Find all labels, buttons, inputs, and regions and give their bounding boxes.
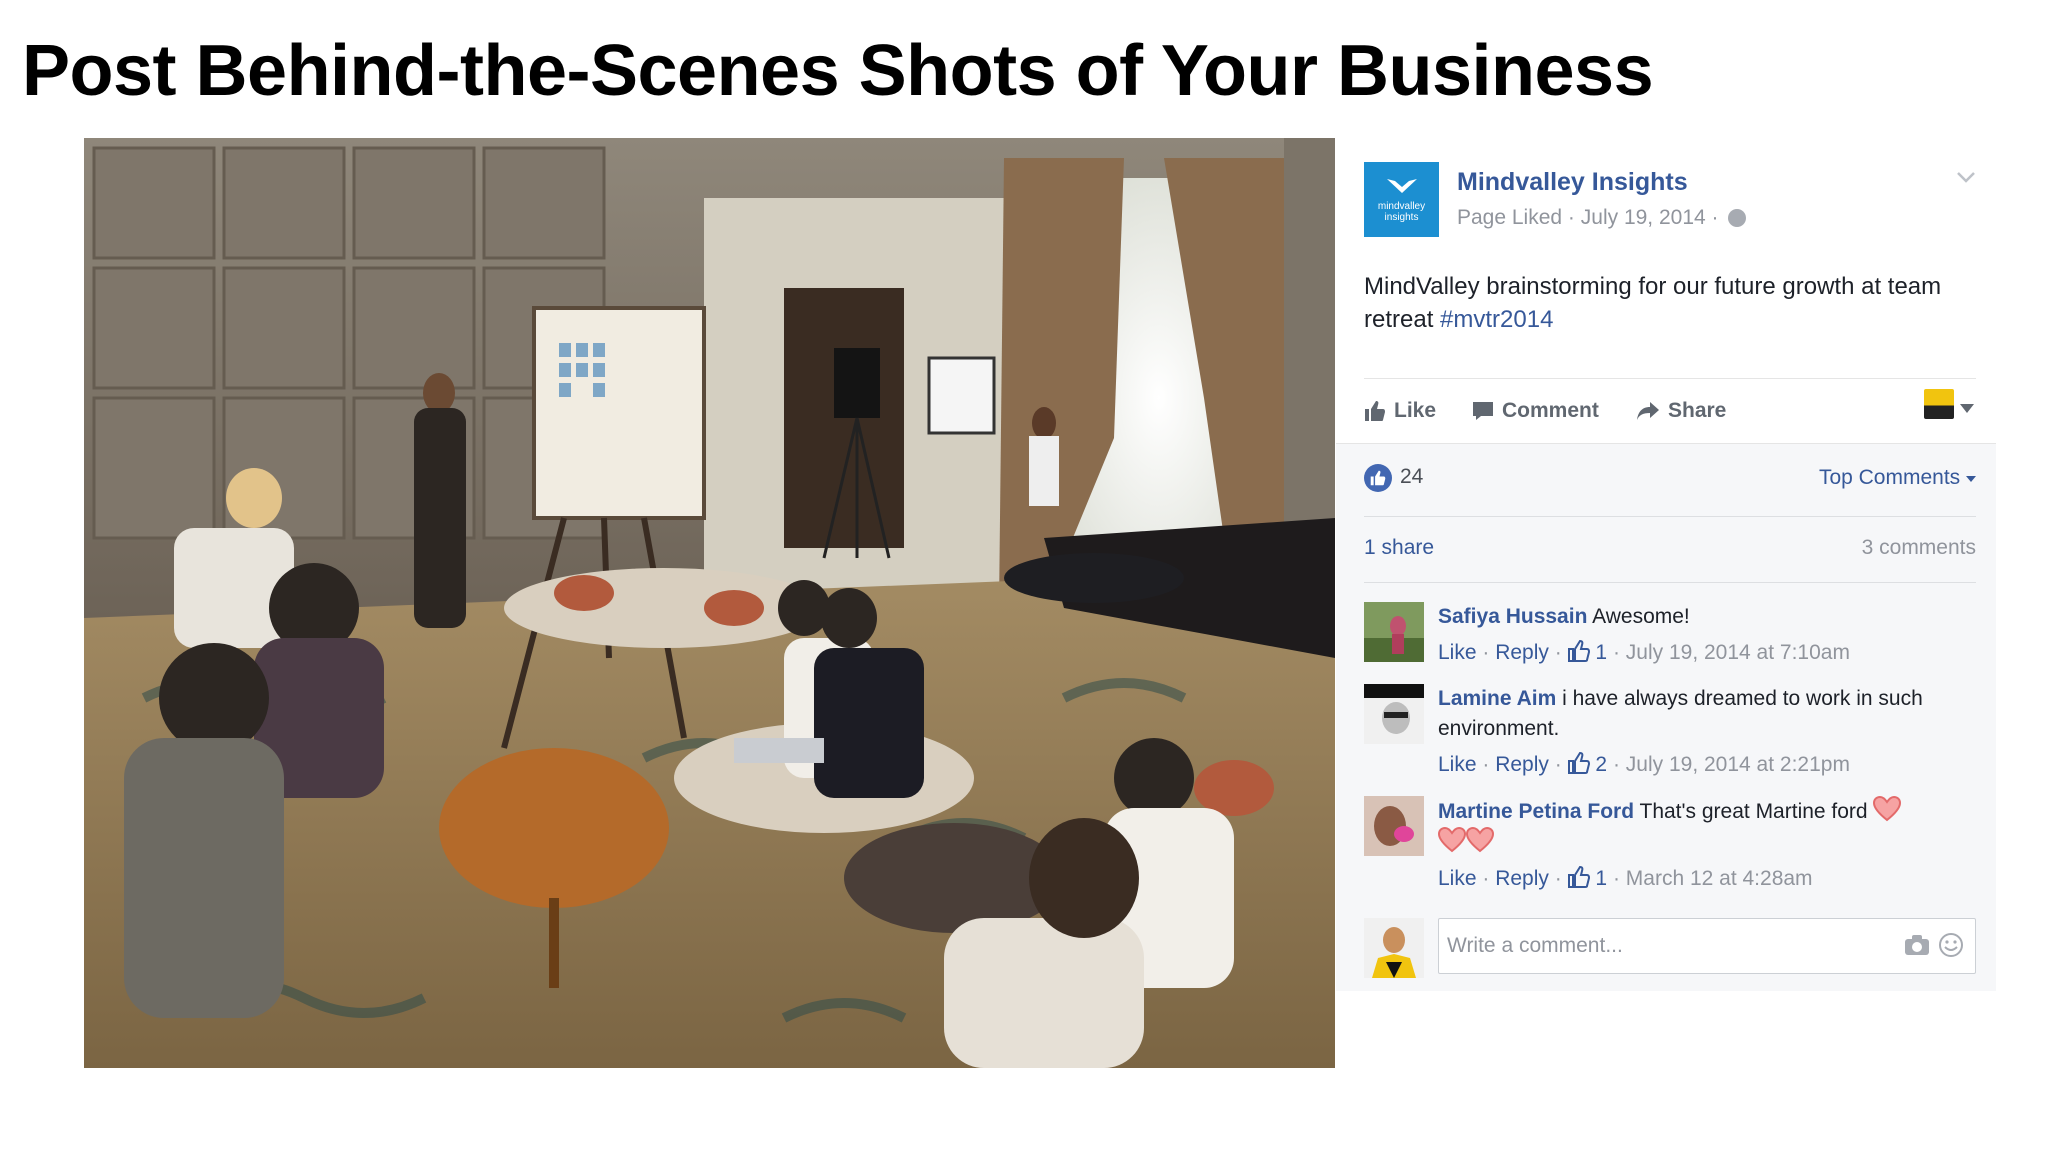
comment-actions: Like · Reply · 2 · July 19, 2014 at 2:21… — [1438, 752, 1850, 776]
comment-like-link[interactable]: Like — [1438, 641, 1477, 664]
post-header: mindvalley insights Mindvalley Insights … — [1364, 162, 1976, 242]
post-text: MindValley brainstorming for our future … — [1364, 270, 1964, 336]
slide: Post Behind-the-Scenes Shots of Your Bus… — [0, 0, 2048, 1152]
comment-timestamp[interactable]: March 12 at 4:28am — [1626, 867, 1813, 890]
comment-actions: Like · Reply · 1 · July 19, 2014 at 7:10… — [1438, 640, 1850, 664]
top-comments-label: Top Comments — [1818, 466, 1961, 489]
comment-text: Awesome! — [1592, 605, 1690, 628]
post-date[interactable]: July 19, 2014 — [1581, 206, 1706, 229]
smiley-icon[interactable] — [1938, 932, 1964, 963]
heart-emoji — [1438, 827, 1466, 853]
comment-author[interactable]: Lamine Aim — [1438, 687, 1556, 710]
like-button[interactable]: Like — [1364, 399, 1436, 423]
top-comments-dropdown[interactable]: Top Comments — [1819, 466, 1976, 490]
heart-emoji — [1873, 796, 1902, 822]
share-button-label: Share — [1668, 399, 1727, 422]
comment-icon — [1473, 402, 1493, 420]
comment-timestamp[interactable]: July 19, 2014 at 7:10am — [1626, 641, 1850, 664]
comment-input[interactable] — [1438, 918, 1976, 974]
meta-separator: · — [1562, 206, 1581, 229]
share-icon — [1637, 402, 1659, 420]
comment-reply-link[interactable]: Reply — [1495, 753, 1549, 776]
mindvalley-logo-icon — [1385, 177, 1419, 201]
meta-separator: · — [1705, 206, 1725, 229]
comment-reply-link[interactable]: Reply — [1495, 867, 1549, 890]
divider — [1364, 582, 1976, 583]
facebook-post: mindvalley insights Mindvalley Insights … — [1336, 138, 1996, 991]
globe-icon — [1728, 209, 1747, 228]
comment-author[interactable]: Safiya Hussain — [1438, 605, 1587, 628]
thumbs-up-icon — [1567, 640, 1590, 662]
page-logo[interactable]: mindvalley insights — [1364, 162, 1439, 237]
viewer-avatar-small[interactable] — [1924, 389, 1954, 419]
reactions-row: 24 Top Comments — [1364, 464, 1976, 504]
chevron-down-icon[interactable] — [1956, 170, 1976, 189]
comment-timestamp[interactable]: July 19, 2014 at 2:21pm — [1626, 753, 1850, 776]
viewer-avatar[interactable] — [1364, 918, 1424, 978]
write-comment-row — [1364, 916, 1976, 980]
like-icon — [1365, 401, 1385, 421]
reaction-count[interactable]: 24 — [1400, 465, 1423, 489]
heart-emoji — [1466, 827, 1494, 853]
thumbs-up-icon — [1567, 752, 1590, 774]
comment-like-link[interactable]: Like — [1438, 867, 1477, 890]
slide-title: Post Behind-the-Scenes Shots of Your Bus… — [22, 31, 1654, 111]
commenter-avatar[interactable] — [1364, 602, 1424, 662]
commenter-avatar[interactable] — [1364, 796, 1424, 856]
comment-author[interactable]: Martine Petina Ford — [1438, 800, 1634, 823]
like-reaction-icon[interactable] — [1364, 464, 1392, 492]
share-button[interactable]: Share — [1636, 399, 1726, 423]
divider — [1364, 516, 1976, 517]
caret-down-icon — [1966, 476, 1976, 482]
action-bar: Like Comment Share — [1364, 378, 1976, 449]
thumbs-up-icon — [1567, 866, 1590, 888]
comment-like-count[interactable]: 1 — [1595, 641, 1607, 664]
comment-text: That's great Martine ford — [1639, 800, 1868, 823]
page-liked-label: Page Liked — [1457, 206, 1563, 229]
shares-link[interactable]: 1 share — [1364, 536, 1434, 560]
retreat-photo — [84, 138, 1335, 1068]
camera-icon[interactable] — [1904, 934, 1930, 961]
retreat-photo-illustration — [84, 138, 1335, 1068]
like-button-label: Like — [1394, 399, 1437, 422]
post-meta: Page Liked · July 19, 2014 · — [1457, 206, 1747, 230]
comment-body: Safiya Hussain Awesome! Like · Reply · 1… — [1438, 602, 1976, 668]
comment-actions: Like · Reply · 1 · March 12 at 4:28am — [1438, 866, 1813, 890]
page-name[interactable]: Mindvalley Insights — [1457, 168, 1688, 197]
comment-like-count[interactable]: 2 — [1595, 753, 1607, 776]
comment-body: Lamine Aim i have always dreamed to work… — [1438, 684, 1976, 780]
shares-row: 1 share 3 comments — [1364, 536, 1976, 566]
logo-text: mindvalley insights — [1377, 200, 1426, 223]
comment-like-count[interactable]: 1 — [1595, 867, 1607, 890]
comments-count-link[interactable]: 3 comments — [1862, 536, 1976, 560]
comment-body: Martine Petina Ford That's great Martine… — [1438, 796, 1976, 894]
caret-down-icon[interactable] — [1960, 401, 1974, 419]
comment-like-link[interactable]: Like — [1438, 753, 1477, 776]
post-hashtag[interactable]: #mvtr2014 — [1440, 306, 1553, 333]
commenter-avatar[interactable] — [1364, 684, 1424, 744]
comment-button-label: Comment — [1502, 399, 1599, 422]
comment-button[interactable]: Comment — [1472, 399, 1599, 423]
comments-area: 24 Top Comments 1 share 3 comments Safiy… — [1336, 443, 1996, 991]
comment-reply-link[interactable]: Reply — [1495, 641, 1549, 664]
